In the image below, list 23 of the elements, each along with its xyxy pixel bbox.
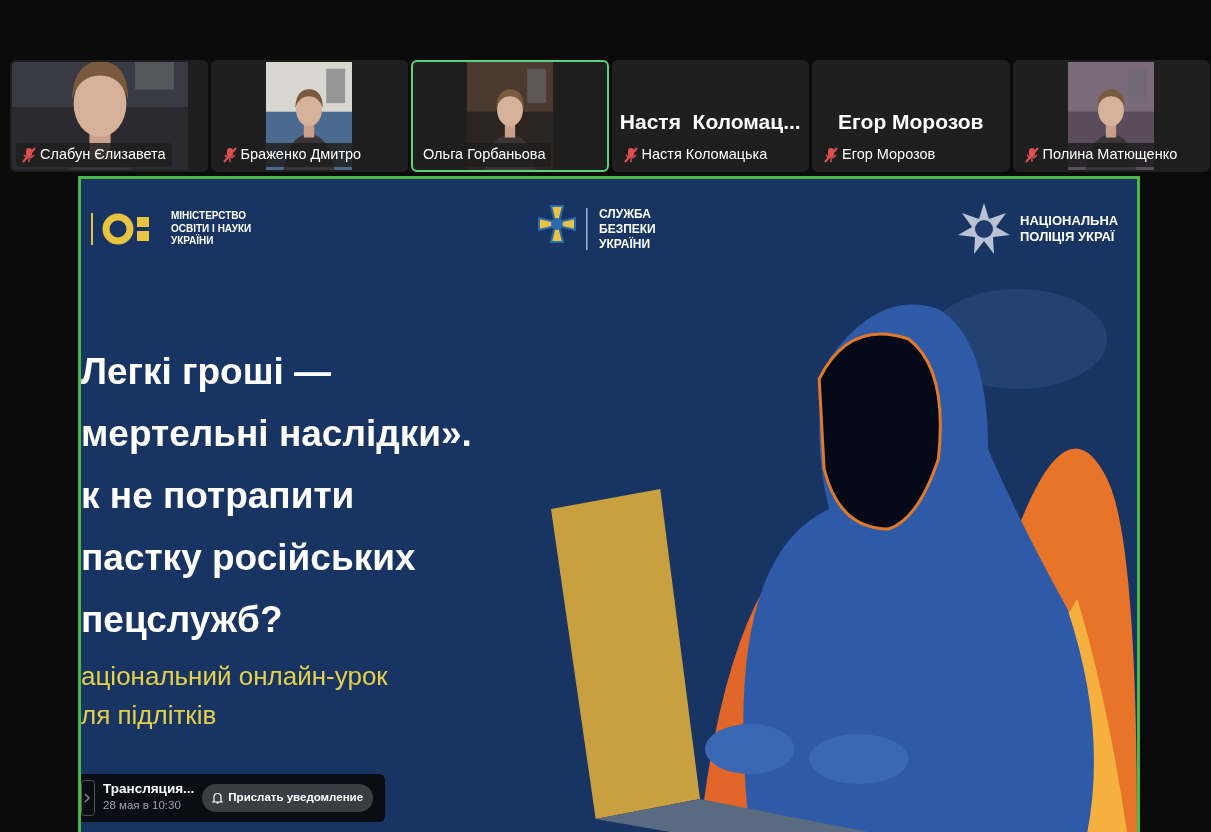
notify-button[interactable]: Прислать уведомление [202,784,374,812]
participant-name: Слабун Єлизавета [40,145,166,165]
headline-line: пастку російських [81,536,417,580]
participant-name: Ольга Горбаньова [423,145,546,165]
headline-line: мертельні наслідки». [81,412,473,456]
logo-text: МІНІСТЕРСТВО ОСВІТИ І НАУКИ УКРАЇНИ [171,210,252,248]
subtitle-line: ля підлітків [81,699,218,732]
participant-name: Настя Коломац... [618,109,802,135]
broadcast-time: 28 мая в 10:30 [103,798,182,814]
broadcast-title: Трансляция... [103,781,195,798]
participant-name: Настя Коломацька [641,145,768,165]
subtitle-line: аціональний онлайн-урок [81,660,389,693]
participant-name: Браженко Дмитро [240,145,362,165]
participant-name: Егор Морозов [837,109,985,135]
logo-text: СЛУЖБА БЕЗПЕКИ УКРАЇНИ [599,206,656,252]
logo-text: НАЦІОНАЛЬНА ПОЛІЦІЯ УКРАЇ [1020,212,1119,246]
expand-tab-icon[interactable] [81,780,95,816]
participant-name: Полина Матющенко [1042,145,1178,165]
headline-line: к не потрапити [81,474,356,518]
participant-name: Егор Морозов [842,145,936,165]
bell-icon [212,792,224,804]
headline-line: пецслужб? [81,598,284,642]
headline-line: Легкі гроші — [81,350,333,394]
